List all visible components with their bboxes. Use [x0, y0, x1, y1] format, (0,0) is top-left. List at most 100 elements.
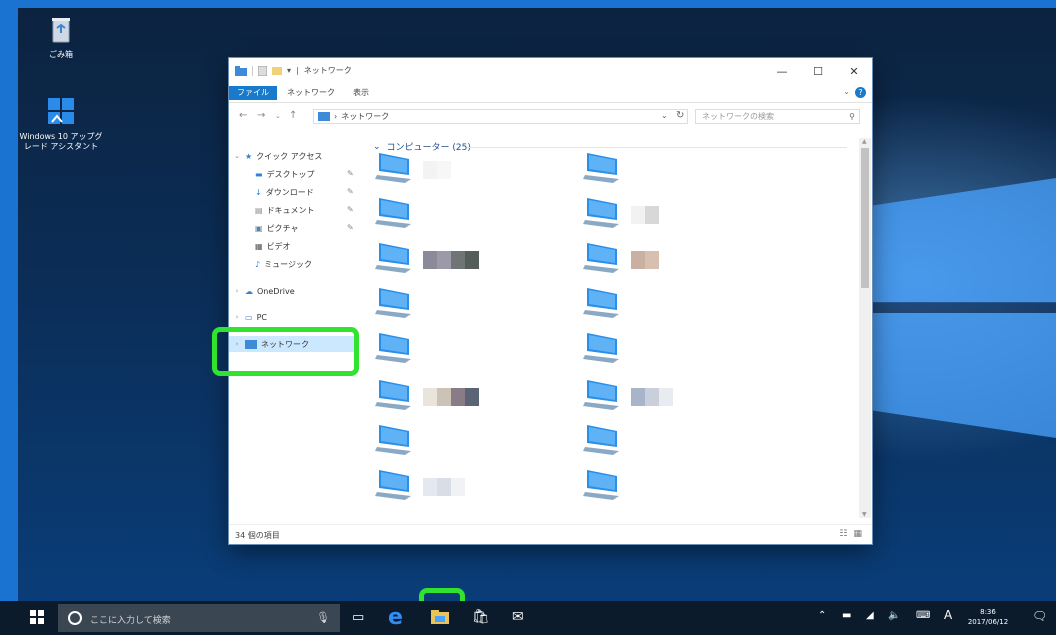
task-view-icon[interactable]: ▭: [352, 610, 364, 625]
network-computer-item[interactable]: [583, 378, 783, 414]
highlight-network-nav: [212, 327, 359, 376]
nav-videos[interactable]: ▦ ビデオ: [255, 238, 291, 254]
pictures-icon: ▣: [255, 223, 263, 233]
star-icon: ★: [245, 151, 253, 161]
tab-view[interactable]: 表示: [345, 86, 377, 100]
address-dropdown-icon[interactable]: ⌄: [661, 111, 668, 120]
nav-documents[interactable]: ▤ ドキュメント: [255, 202, 315, 218]
battery-icon[interactable]: ▬: [842, 610, 851, 621]
computer-monitor-icon: [375, 470, 411, 500]
title-bar[interactable]: ▾ | ネットワーク — ☐ ✕: [229, 58, 872, 84]
nav-music[interactable]: ♪ ミュージック: [255, 256, 312, 272]
network-computer-item[interactable]: [583, 151, 783, 187]
redaction-block: [645, 206, 659, 224]
help-button[interactable]: ?: [855, 87, 866, 98]
redaction-block: [465, 251, 479, 269]
network-computer-item[interactable]: [375, 151, 575, 187]
customize-toolbar-chevron-icon[interactable]: ▾: [287, 66, 291, 75]
ribbon-expand-icon[interactable]: ⌄: [843, 87, 850, 96]
recycle-bin-shortcut[interactable]: ごみ箱: [18, 16, 111, 60]
search-placeholder: ネットワークの検索: [702, 112, 774, 121]
nav-videos-label: ビデオ: [266, 241, 291, 251]
documents-icon: ▤: [255, 205, 263, 215]
action-center-icon[interactable]: 🗨: [1032, 609, 1047, 623]
network-computer-item[interactable]: [375, 286, 575, 322]
network-computer-item[interactable]: [583, 241, 783, 277]
upgrade-assistant-shortcut[interactable]: Windows 10 アップグ レード アシスタント: [18, 96, 111, 152]
refresh-icon[interactable]: ↻: [676, 110, 684, 121]
item-count: 34 個の項目: [235, 531, 280, 540]
expand-chevron-icon[interactable]: ›: [233, 313, 241, 321]
network-computer-item[interactable]: [375, 468, 575, 504]
network-computer-item[interactable]: [583, 331, 783, 367]
mail-icon[interactable]: ✉: [512, 609, 524, 625]
start-button[interactable]: [30, 610, 44, 624]
network-computer-item[interactable]: [375, 331, 575, 367]
new-folder-icon[interactable]: [272, 66, 282, 75]
network-computer-item[interactable]: [375, 241, 575, 277]
back-arrow-icon[interactable]: ←: [239, 110, 247, 121]
forward-arrow-icon[interactable]: →: [257, 110, 265, 121]
scroll-down-arrow-icon[interactable]: ▼: [862, 511, 867, 518]
close-button[interactable]: ✕: [836, 58, 872, 84]
file-explorer-taskbar-button[interactable]: [431, 610, 449, 624]
computer-icon: ▭: [245, 312, 253, 322]
recycle-bin-icon: [52, 18, 70, 43]
network-computer-item[interactable]: [375, 378, 575, 414]
redaction-block: [631, 251, 645, 269]
nav-pc[interactable]: › ▭ PC: [233, 309, 267, 325]
nav-quick-access[interactable]: ⌄ ★ クイック アクセス: [233, 148, 322, 164]
store-icon[interactable]: 🛍: [472, 609, 490, 625]
taskbar-search-box[interactable]: ここに入力して検索 🎙: [58, 604, 340, 632]
expand-chevron-icon[interactable]: ›: [233, 287, 241, 295]
windows-upgrade-icon: [48, 98, 74, 124]
volume-icon[interactable]: 🔈: [888, 610, 900, 621]
scrollbar-thumb[interactable]: [861, 148, 869, 288]
properties-icon[interactable]: [258, 65, 267, 76]
maximize-button[interactable]: ☐: [800, 58, 836, 84]
expand-chevron-icon[interactable]: ⌄: [233, 152, 241, 160]
large-icons-view-icon[interactable]: ▦: [853, 529, 862, 539]
clock[interactable]: 8:36 2017/06/12: [966, 607, 1010, 627]
computer-monitor-icon: [583, 333, 619, 363]
pin-icon: ✎: [347, 169, 354, 178]
up-arrow-icon[interactable]: ↑: [289, 110, 297, 121]
microphone-icon[interactable]: 🎙: [316, 611, 330, 624]
network-computer-item[interactable]: [375, 196, 575, 232]
details-view-icon[interactable]: ☷: [839, 529, 847, 539]
pin-icon: ✎: [347, 205, 354, 214]
nav-pictures[interactable]: ▣ ピクチャ: [255, 220, 298, 236]
computer-monitor-icon: [375, 288, 411, 318]
redaction-block: [437, 161, 451, 179]
network-computer-item[interactable]: [583, 468, 783, 504]
nav-desktop[interactable]: ▬ デスクトップ: [255, 166, 315, 182]
network-computer-item[interactable]: [375, 423, 575, 459]
collapse-chevron-icon[interactable]: ⌄: [373, 142, 381, 152]
scroll-up-arrow-icon[interactable]: ▲: [862, 138, 867, 145]
tab-network[interactable]: ネットワーク: [279, 86, 343, 100]
windows-start-icon: [30, 610, 44, 624]
network-tray-icon[interactable]: ◢: [866, 610, 874, 621]
keyboard-icon[interactable]: ⌨: [916, 610, 930, 621]
search-icon[interactable]: ⚲: [849, 110, 855, 123]
vertical-scrollbar[interactable]: ▲ ▼: [859, 138, 871, 518]
recent-locations-chevron-icon[interactable]: ⌄: [275, 112, 281, 120]
nav-downloads[interactable]: ↓ ダウンロード: [255, 184, 314, 200]
nav-onedrive-label: OneDrive: [257, 286, 295, 296]
computer-monitor-icon: [583, 243, 619, 273]
network-computer-item[interactable]: [583, 286, 783, 322]
edge-icon[interactable]: e: [388, 605, 403, 630]
breadcrumb-network[interactable]: ネットワーク: [341, 111, 389, 122]
show-hidden-icons-chevron-icon[interactable]: ⌃: [818, 610, 826, 621]
nav-onedrive[interactable]: › ☁ OneDrive: [233, 283, 295, 299]
network-icon: [318, 112, 330, 121]
network-computer-item[interactable]: [583, 423, 783, 459]
ime-indicator[interactable]: A: [944, 608, 952, 622]
tab-file[interactable]: ファイル: [229, 86, 277, 100]
minimize-button[interactable]: —: [764, 58, 800, 84]
computer-monitor-icon: [583, 288, 619, 318]
address-bar[interactable]: › ネットワーク: [313, 109, 688, 124]
network-computer-item[interactable]: [583, 196, 783, 232]
window-title: ネットワーク: [303, 66, 352, 75]
search-input[interactable]: ネットワークの検索 ⚲: [695, 109, 860, 124]
